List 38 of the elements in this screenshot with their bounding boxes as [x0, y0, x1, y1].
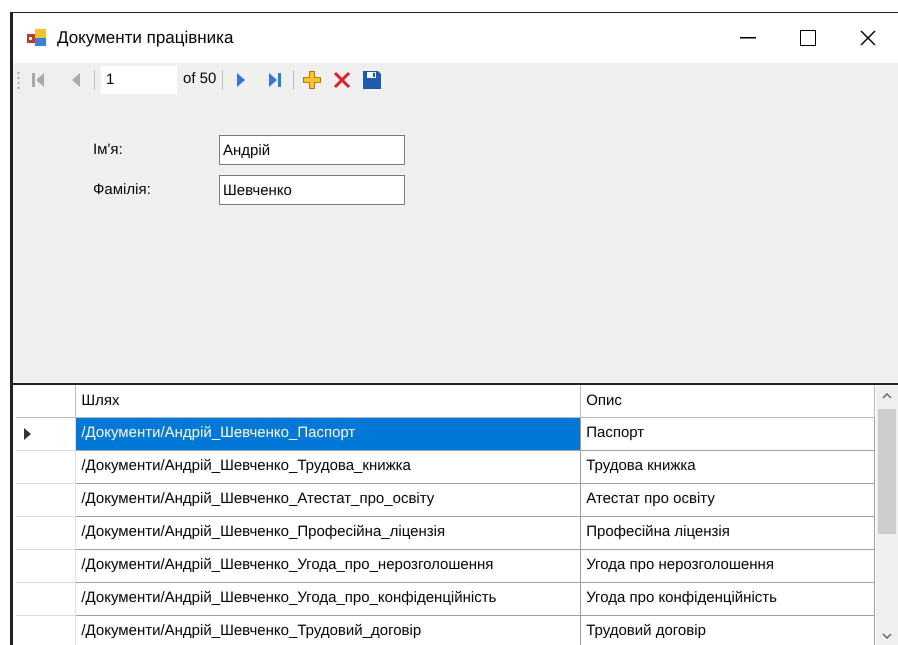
- next-icon: [237, 72, 246, 86]
- text-field[interactable]: Шевченко: [219, 175, 405, 205]
- table-cell[interactable]: /Документи/Андрій_Шевченко_Паспорт: [76, 417, 581, 450]
- window-title: Документи працівника: [57, 27, 234, 50]
- table-cell[interactable]: /Документи/Андрій_Шевченко_Атестат_про_освіту: [76, 483, 581, 516]
- scroll-up-icon: [882, 393, 892, 399]
- table-cell[interactable]: /Документи/Андрій_Шевченко_Угода_про_конфіденційність: [76, 582, 581, 615]
- table-cell[interactable]: Трудова книжка: [580, 450, 874, 483]
- last-record-icon: [269, 72, 282, 86]
- app-icon: [27, 29, 47, 47]
- table-cell[interactable]: Атестат про освіту: [580, 483, 874, 516]
- scroll-down-icon: [882, 633, 892, 639]
- close-icon: [860, 30, 876, 46]
- save-icon: [363, 70, 382, 88]
- first-record-icon: [32, 72, 44, 86]
- field-label: Фамілія:: [93, 180, 152, 200]
- maximize-icon: [800, 30, 816, 46]
- grip-icon: [17, 70, 20, 90]
- table-cell[interactable]: Угода про нерозголошення: [580, 549, 874, 582]
- table-cell[interactable]: /Документи/Андрій_Шевченко_Професійна_ліцензія: [76, 516, 581, 549]
- table-cell[interactable]: /Документи/Андрій_Шевченко_Угода_про_нерозголошення: [76, 549, 581, 582]
- text-field[interactable]: Андрій: [219, 135, 405, 165]
- record-count: of 50: [183, 69, 216, 90]
- table-cell[interactable]: Угода про конфіденційність: [580, 582, 874, 615]
- minimize-icon: [740, 37, 756, 39]
- column-header[interactable]: Опис: [580, 385, 874, 417]
- position-field[interactable]: 1: [101, 66, 177, 94]
- column-header[interactable]: Шлях: [76, 385, 581, 417]
- delete-icon: [333, 70, 352, 88]
- table-cell[interactable]: /Документи/Андрій_Шевченко_Трудова_книжка: [76, 450, 581, 483]
- scroll-thumb[interactable]: [878, 409, 896, 534]
- previous-icon: [72, 72, 80, 86]
- plus-icon: [303, 70, 322, 88]
- scrollbar[interactable]: [876, 385, 898, 645]
- current-row-icon: [24, 428, 31, 440]
- field-label: Ім'я:: [93, 140, 124, 160]
- table-cell[interactable]: Паспорт: [580, 417, 874, 450]
- table-cell[interactable]: Професійна ліцензія: [580, 516, 874, 549]
